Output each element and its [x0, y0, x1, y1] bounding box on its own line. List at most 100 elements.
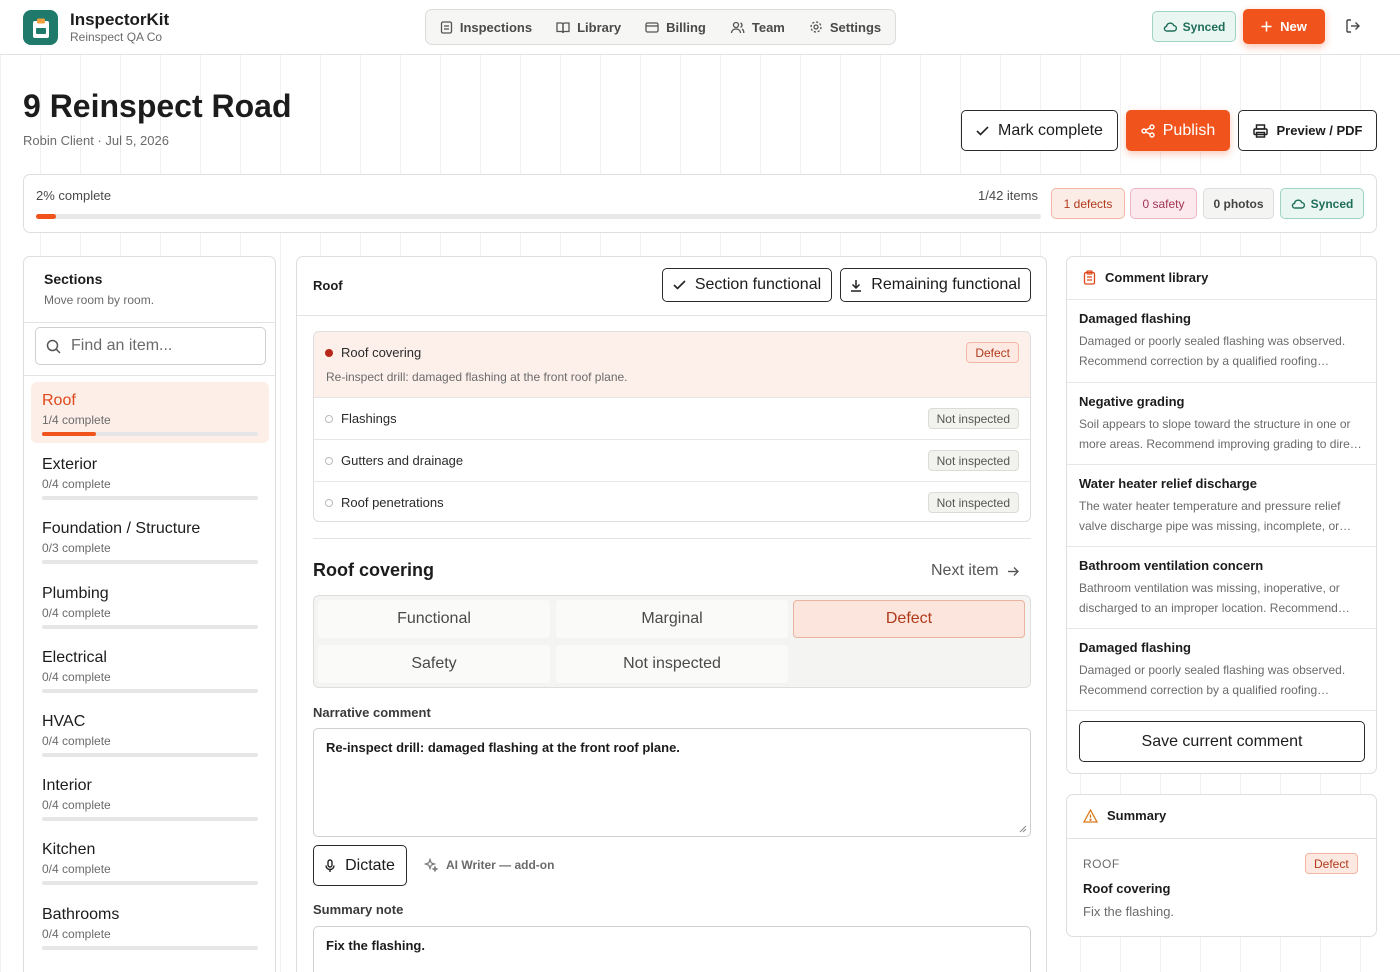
- pending-status-dot: [325, 457, 333, 465]
- library-entry[interactable]: Water heater relief discharge The water …: [1067, 464, 1376, 547]
- nav-team[interactable]: Team: [721, 13, 794, 41]
- rating-functional[interactable]: Functional: [318, 600, 550, 638]
- printer-icon: [1252, 123, 1268, 138]
- library-entry[interactable]: Damaged flashing Damaged or poorly seale…: [1067, 299, 1376, 382]
- section-progress-bar: [42, 496, 258, 501]
- section-functional-button[interactable]: Section functional: [662, 268, 832, 302]
- app-logo[interactable]: [23, 10, 58, 45]
- clipboard-list-icon: [1083, 270, 1096, 285]
- library-entry[interactable]: Negative grading Soil appears to slope t…: [1067, 382, 1376, 465]
- top-bar: InspectorKit Reinspect QA Co Inspections…: [0, 0, 1400, 55]
- section-name: Interior: [42, 777, 92, 795]
- comment-library-header: Comment library: [1083, 270, 1208, 285]
- download-icon: [851, 279, 862, 292]
- item-row-roof-penetrations[interactable]: Roof penetrations Not inspected: [314, 482, 1030, 521]
- section-progress-bar: [42, 881, 258, 886]
- sidebar-item-bathrooms[interactable]: Bathrooms 0/4 complete: [31, 896, 269, 957]
- section-search-input[interactable]: Find an item...: [35, 327, 266, 365]
- summary-item-name[interactable]: Roof covering: [1083, 881, 1170, 896]
- mark-complete-button[interactable]: Mark complete: [961, 110, 1118, 151]
- rating-marginal[interactable]: Marginal: [556, 600, 788, 638]
- nav-team-label: Team: [751, 19, 785, 35]
- cloud-icon: [1291, 198, 1305, 209]
- section-progress: 0/4 complete: [42, 734, 111, 748]
- sections-subtitle: Move room by room.: [44, 293, 155, 307]
- clipboard-logo-icon: [32, 18, 49, 38]
- logout-button[interactable]: [1345, 18, 1361, 34]
- summary-item-note: Fix the flashing.: [1083, 904, 1175, 919]
- library-entry-text: Damaged or poorly sealed flashing was ob…: [1079, 334, 1346, 368]
- section-progress: 0/3 complete: [42, 541, 111, 556]
- nav-billing[interactable]: Billing: [636, 13, 715, 41]
- check-icon: [976, 125, 989, 136]
- photos-chip[interactable]: 0 photos: [1203, 188, 1274, 219]
- synced-chip[interactable]: Synced: [1280, 188, 1364, 219]
- safety-chip[interactable]: 0 safety: [1130, 188, 1197, 219]
- card-icon: [645, 21, 659, 33]
- nav-library[interactable]: Library: [547, 13, 630, 41]
- section-progress: 0/4 complete: [42, 669, 111, 684]
- users-icon: [730, 21, 745, 33]
- rating-safety[interactable]: Safety: [318, 645, 550, 683]
- summary-panel: Summary ROOF Defect Roof covering Fix th…: [1066, 794, 1377, 937]
- section-name: Exterior: [42, 456, 98, 474]
- defects-chip-label: 1 defects: [1063, 196, 1113, 211]
- summary-note-input[interactable]: Fix the flashing.: [313, 926, 1031, 972]
- nav-inspections[interactable]: Inspections: [431, 13, 541, 41]
- defects-chip[interactable]: 1 defects: [1051, 188, 1125, 219]
- library-entry[interactable]: Damaged flashing Damaged or poorly seale…: [1067, 628, 1376, 711]
- sidebar-item-exterior[interactable]: Exterior 0/4 complete: [31, 446, 269, 507]
- rating-not-inspected[interactable]: Not inspected: [556, 645, 788, 683]
- ai-writer-button[interactable]: AI Writer — add-on: [424, 858, 554, 872]
- rating-defect[interactable]: Defect: [793, 600, 1025, 638]
- library-entry[interactable]: Bathroom ventilation concern Bathroom ve…: [1067, 546, 1376, 629]
- section-progress-bar: [42, 688, 258, 693]
- photos-chip-label: 0 photos: [1213, 196, 1264, 211]
- comment-library-title: Comment library: [1105, 270, 1209, 285]
- sync-status-label: Synced: [1182, 19, 1226, 34]
- resize-grip-icon[interactable]: [1019, 825, 1027, 833]
- search-icon: [46, 339, 61, 354]
- sidebar-item-kitchen[interactable]: Kitchen 0/4 complete: [31, 831, 269, 892]
- new-button-label: New: [1280, 19, 1307, 34]
- item-note: Re-inspect drill: damaged flashing at th…: [326, 370, 628, 384]
- sidebar-item-foundation-structure[interactable]: Foundation / Structure 0/3 complete: [31, 510, 269, 571]
- library-entry-text: Bathroom ventilation was missing, inoper…: [1079, 581, 1340, 615]
- progress-card: 2% complete 1/42 items 1 defects 0 safet…: [23, 174, 1377, 233]
- section-progress-bar-fill: [42, 432, 96, 436]
- item-row-roof-covering[interactable]: Roof covering Defect Re-inspect drill: d…: [314, 332, 1030, 398]
- sidebar-item-interior[interactable]: Interior 0/4 complete: [31, 767, 269, 828]
- safety-chip-label: 0 safety: [1142, 196, 1185, 211]
- sidebar-item-plumbing[interactable]: Plumbing 0/4 complete: [31, 575, 269, 636]
- section-progress-bar: [42, 432, 258, 436]
- item-row-gutters[interactable]: Gutters and drainage Not inspected: [314, 440, 1030, 482]
- nav-settings[interactable]: Settings: [800, 13, 890, 41]
- sync-status-button[interactable]: Synced: [1152, 11, 1236, 42]
- sidebar-item-hvac[interactable]: HVAC 0/4 complete: [31, 703, 269, 764]
- comment-library-panel: Comment library Damaged flashing Damaged…: [1066, 256, 1377, 774]
- next-item-button[interactable]: Next item: [931, 562, 1019, 580]
- section-progress: 0/4 complete: [42, 926, 111, 941]
- section-progress: 0/4 complete: [42, 862, 111, 877]
- section-functional-label: Section functional: [694, 276, 822, 293]
- share-icon: [1141, 123, 1155, 138]
- arrow-right-icon: [1007, 566, 1019, 576]
- preview-pdf-button[interactable]: Preview / PDF: [1238, 110, 1377, 151]
- remaining-functional-button[interactable]: Remaining functional: [840, 268, 1031, 302]
- divider: [24, 375, 275, 376]
- section-progress-bar: [42, 945, 258, 950]
- section-progress: 0/4 complete: [42, 798, 111, 813]
- sidebar-item-roof[interactable]: Roof 1/4 complete: [31, 382, 269, 443]
- rating-selector: Functional Marginal Defect Safety Not in…: [313, 595, 1031, 688]
- item-row-flashings[interactable]: Flashings Not inspected: [314, 398, 1030, 440]
- new-inspection-button[interactable]: New: [1243, 9, 1325, 44]
- publish-button[interactable]: Publish: [1126, 110, 1230, 151]
- clipboard-icon: [440, 21, 452, 34]
- narrative-comment-input[interactable]: Re-inspect drill: damaged flashing at th…: [313, 728, 1031, 837]
- status-badge: Not inspected: [927, 492, 1019, 513]
- save-comment-button[interactable]: Save current comment: [1079, 721, 1365, 762]
- sidebar-item-electrical[interactable]: Electrical 0/4 complete: [31, 639, 269, 700]
- dictate-button[interactable]: Dictate: [313, 845, 407, 886]
- section-progress: 0/4 complete: [42, 477, 111, 492]
- status-badge: Defect: [966, 342, 1019, 363]
